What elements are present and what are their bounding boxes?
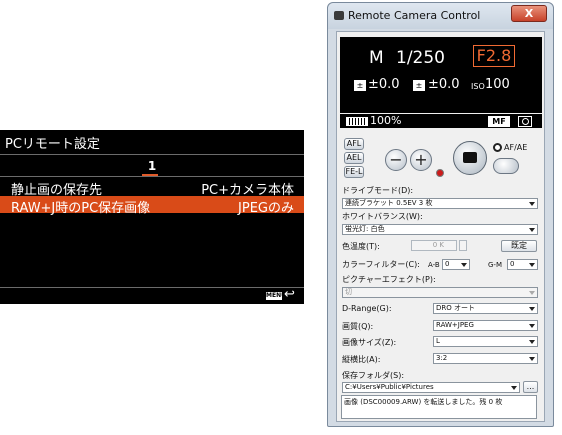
exposure-mode: M (369, 48, 384, 68)
image-size-value: L (436, 337, 440, 345)
camera-menu-screen: PCリモート設定 1 静止画の保存先 PC+カメラ本体 RAW+J時のPC保存画… (0, 130, 304, 304)
af-ae-indicator-icon (493, 143, 502, 152)
drange-value: DRO オート (436, 304, 475, 312)
camera-menu-title: PCリモート設定 (5, 137, 100, 152)
record-icon[interactable] (436, 169, 444, 177)
menu-row-raw-j-pc-save[interactable]: RAW+J時のPC保存画像 JPEGのみ (0, 196, 304, 216)
chevron-down-icon (529, 324, 535, 328)
gm-value: 0 (510, 260, 515, 268)
shutter-speed: 1/250 (396, 48, 445, 68)
color-filter-label: カラーフィルター(C): (342, 260, 420, 269)
image-size-select[interactable]: L (433, 336, 538, 347)
aspect-ratio-label: 縦横比(A): (342, 355, 381, 364)
exposure-comp-icon: ± (354, 80, 366, 91)
menu-button-icon: MENU (266, 292, 286, 300)
af-ae-button[interactable] (493, 158, 519, 174)
menu-row-save-destination[interactable]: 静止画の保存先 PC+カメラ本体 (0, 178, 304, 198)
chevron-down-icon (529, 263, 535, 267)
control-panel: AFL AEL FE-L − + AF/AE (340, 135, 542, 181)
gm-label: G-M (488, 261, 502, 269)
chevron-down-icon (529, 291, 535, 295)
chevron-down-icon (529, 340, 535, 344)
chevron-down-icon (529, 307, 535, 311)
divider (0, 176, 304, 177)
chevron-down-icon (529, 357, 535, 361)
window-title: Remote Camera Control (348, 9, 481, 22)
ab-label: A-B (428, 261, 440, 269)
battery-icon (346, 117, 368, 126)
minus-button[interactable]: − (385, 149, 407, 171)
ab-value: 0 (445, 260, 450, 268)
battery-level: 100% (370, 114, 402, 127)
flash-comp-value: ±0.0 (428, 77, 460, 92)
iso-label: ISO (471, 82, 485, 91)
picture-effect-label: ピクチャーエフェクト(P): (342, 275, 436, 284)
page-number: 1 (147, 159, 157, 173)
af-ae-label: AF/AE (504, 143, 528, 152)
image-size-label: 画像サイズ(Z): (342, 338, 397, 347)
save-folder-value: C:¥Users¥Public¥Pictures (345, 383, 434, 391)
color-temp-stepper[interactable] (459, 240, 467, 251)
drange-label: D-Range(G): (342, 304, 392, 313)
remote-camera-control-window: Remote Camera Control X M 1/250 F2.8 ± ±… (327, 2, 554, 427)
quality-select[interactable]: RAW+JPEG (433, 320, 538, 331)
drange-select[interactable]: DRO オート (433, 303, 538, 314)
menu-row-value: JPEGのみ (238, 201, 294, 216)
window-body: M 1/250 F2.8 ± ±0.0 ± ±0.0 ISO 100 100% … (336, 31, 545, 422)
ab-select[interactable]: 0 (442, 259, 470, 270)
exposure-comp-value: ±0.0 (368, 77, 400, 92)
aspect-ratio-select[interactable]: 3:2 (433, 353, 538, 364)
quality-label: 画質(Q): (342, 322, 374, 331)
gm-select[interactable]: 0 (507, 259, 538, 270)
plus-button[interactable]: + (410, 149, 432, 171)
divider (0, 287, 304, 288)
log-area: 画像 (DSC00009.ARW) を転送しました。残 0 枚 (341, 395, 537, 419)
menu-row-label: RAW+J時のPC保存画像 (11, 201, 151, 216)
title-bar[interactable]: Remote Camera Control X (328, 3, 553, 29)
chevron-down-icon (511, 386, 517, 390)
chevron-down-icon (461, 263, 467, 267)
preset-button[interactable]: 既定 (501, 240, 537, 252)
divider (0, 154, 304, 155)
white-balance-select[interactable]: 蛍光灯: 白色 (342, 224, 538, 235)
color-temp-label: 色温度(T): (342, 242, 380, 251)
white-balance-value: 蛍光灯: 白色 (345, 225, 385, 233)
aperture-value[interactable]: F2.8 (473, 45, 515, 67)
drive-mode-select[interactable]: 連続ブラケット 0.5EV 3 枚 (342, 198, 538, 209)
back-icon: ↩ (284, 287, 295, 302)
drive-mode-label: ドライブモード(D): (342, 186, 414, 195)
shutter-button[interactable] (453, 141, 487, 175)
chevron-down-icon (529, 202, 535, 206)
save-folder-label: 保存フォルダ(S): (342, 371, 405, 380)
picture-effect-select[interactable]: 切 (342, 287, 538, 298)
white-balance-label: ホワイトバランス(W): (342, 212, 423, 221)
quality-value: RAW+JPEG (436, 321, 474, 329)
browse-button[interactable]: ... (523, 381, 538, 393)
save-folder-select[interactable]: C:¥Users¥Public¥Pictures (342, 382, 520, 393)
aspect-ratio-value: 3:2 (436, 354, 448, 362)
chevron-down-icon (529, 228, 535, 232)
ael-button[interactable]: AEL (344, 152, 364, 164)
drive-mode-value: 連続ブラケット 0.5EV 3 枚 (345, 199, 433, 207)
color-temp-input[interactable]: 0 K (411, 240, 457, 251)
flash-comp-icon: ± (413, 80, 425, 91)
fel-button[interactable]: FE-L (344, 166, 364, 178)
status-row: 100% MF (340, 114, 542, 128)
picture-effect-value: 切 (345, 288, 352, 296)
exposure-display: M 1/250 F2.8 ± ±0.0 ± ±0.0 ISO 100 (340, 37, 542, 113)
afl-button[interactable]: AFL (344, 138, 364, 150)
focus-mode-badge: MF (488, 116, 510, 127)
camera-app-icon (334, 11, 344, 20)
camera-status-icon (518, 116, 532, 127)
iso-value: 100 (485, 77, 510, 92)
close-button[interactable]: X (511, 5, 547, 22)
